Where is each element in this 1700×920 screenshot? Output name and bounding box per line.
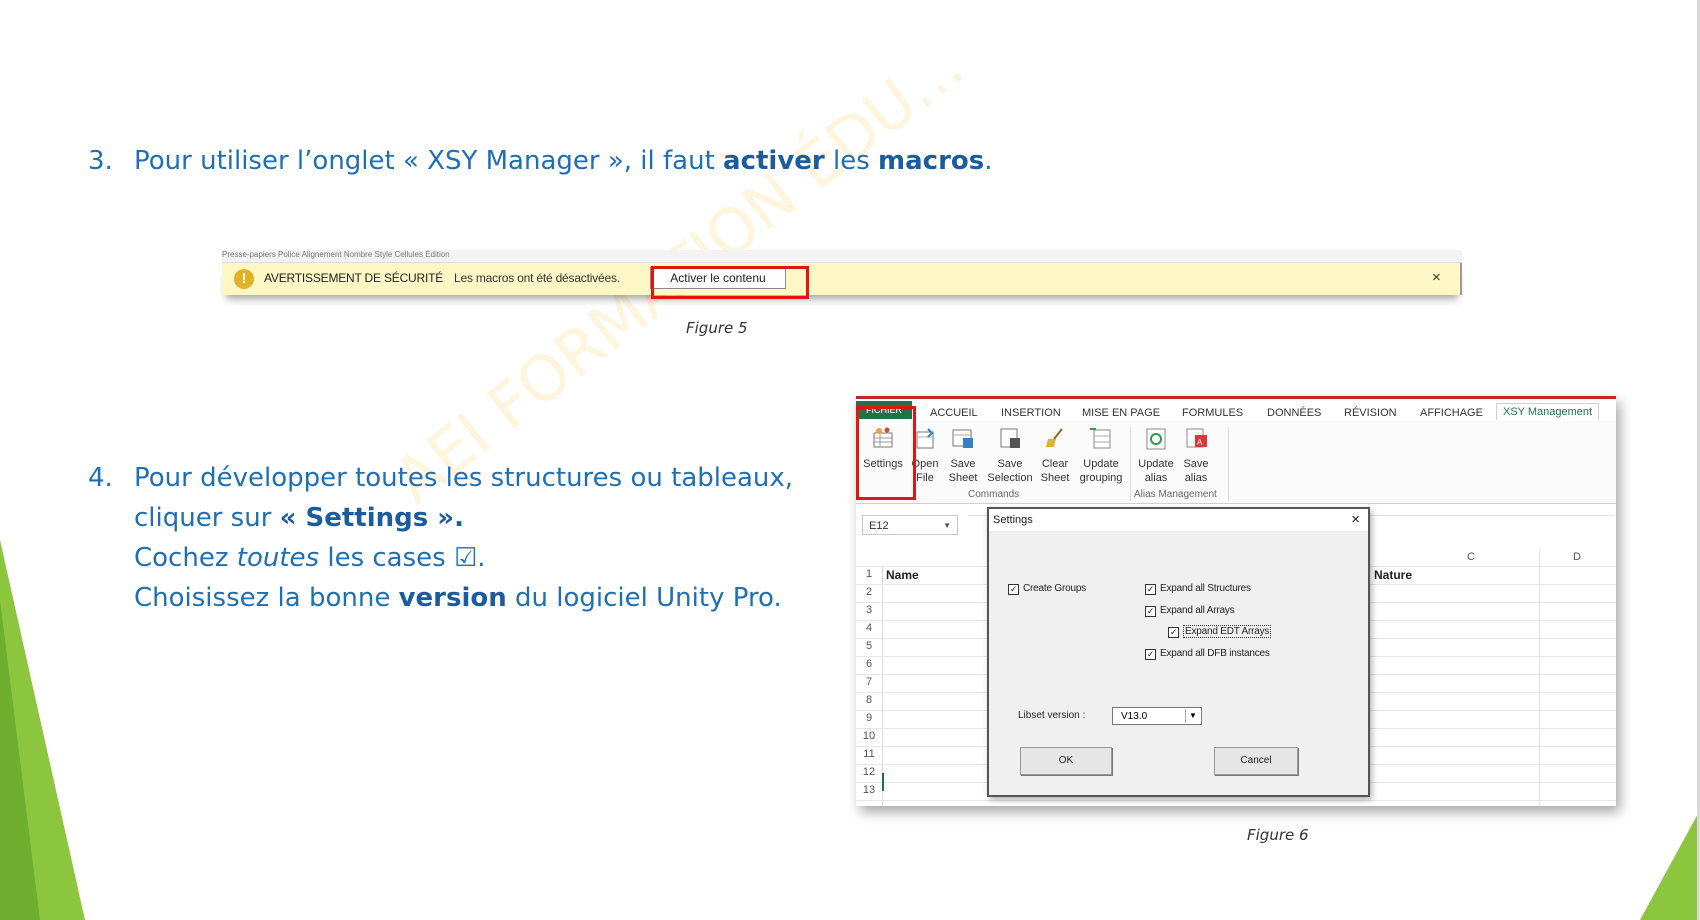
row-number: 5: [865, 640, 873, 652]
security-message: Les macros ont été désactivées.: [454, 271, 620, 285]
row-number: 2: [865, 586, 873, 598]
checkbox-checked-icon: ✓: [1008, 584, 1019, 595]
tab-donnees[interactable]: DONNÉES: [1267, 407, 1321, 419]
row-number: 3: [865, 604, 873, 616]
row-number: 13: [862, 784, 876, 796]
row-number: 7: [865, 676, 873, 688]
figure-5-security-bar: Presse-papiers Police Alignement Nombre …: [222, 250, 1492, 306]
ribbon-separator: [1228, 427, 1229, 501]
save-selection-icon: [1000, 428, 1020, 448]
update-alias-button[interactable]: Update alias: [1136, 425, 1176, 485]
chevron-down-icon: ▼: [1185, 709, 1200, 723]
settings-dialog: Settings × ✓ Create Groups ✓ Expand all Str…: [987, 507, 1370, 797]
row-number: 9: [865, 712, 873, 724]
checkbox-checked-icon: ✓: [1168, 627, 1179, 638]
expand-edt-checkbox[interactable]: ✓ Expand EDT Arrays: [1168, 625, 1272, 638]
group-label-alias: Alias Management: [1134, 489, 1217, 500]
step-line-4: Choisissez la bonne version du logiciel …: [134, 583, 782, 613]
ribbon-tab-bar: FICHIER ACCUEIL INSERTION MISE EN PAGE F…: [856, 399, 1616, 421]
save-sheet-icon: [952, 429, 973, 448]
step-text: Pour utiliser l’onglet « XSY Manager », …: [134, 146, 993, 176]
close-icon[interactable]: ×: [1432, 269, 1441, 286]
name-box[interactable]: E12 ▼: [862, 515, 958, 535]
tab-insertion[interactable]: INSERTION: [1001, 407, 1061, 419]
close-icon[interactable]: ×: [1351, 509, 1360, 531]
selected-cell-indicator: [882, 773, 884, 791]
ok-button[interactable]: OK: [1020, 747, 1112, 775]
tab-mise-en-page[interactable]: MISE EN PAGE: [1082, 407, 1160, 419]
step-line-1: Pour développer toutes les structures ou…: [134, 463, 794, 493]
settings-highlight-box: [856, 406, 916, 500]
warning-icon: !: [234, 269, 254, 289]
checkbox-checked-icon: ✓: [1145, 649, 1156, 660]
clear-sheet-button[interactable]: Clear Sheet: [1038, 425, 1072, 485]
figure-6-excel-screenshot: FICHIER ACCUEIL INSERTION MISE EN PAGE F…: [856, 396, 1616, 806]
cancel-button[interactable]: Cancel: [1214, 747, 1298, 775]
expand-structures-checkbox[interactable]: ✓ Expand all Structures: [1145, 583, 1251, 595]
row-number: 11: [863, 748, 875, 760]
chevron-down-icon: ▼: [943, 521, 951, 530]
figure-5-caption: Figure 5: [686, 319, 748, 337]
svg-text:A: A: [1197, 438, 1203, 447]
column-header-c[interactable]: C: [1456, 548, 1486, 566]
row-number: 12: [862, 766, 876, 778]
step-line-3: Cochez toutes les cases ☑.: [134, 543, 486, 573]
row-number: 1: [865, 568, 873, 580]
cell-name-header[interactable]: Name: [886, 568, 919, 582]
highlight-box: [651, 266, 809, 299]
tab-affichage[interactable]: AFFICHAGE: [1420, 407, 1483, 419]
figure-6-caption: Figure 6: [1247, 826, 1309, 844]
expand-dfb-checkbox[interactable]: ✓ Expand all DFB instances: [1145, 648, 1270, 660]
tab-xsy-management[interactable]: XSY Management: [1496, 403, 1600, 420]
step-number: 3.: [88, 146, 113, 176]
libset-version-select[interactable]: V13.0 ▼: [1112, 707, 1202, 725]
save-selection-button[interactable]: Save Selection: [986, 425, 1034, 485]
security-title: AVERTISSEMENT DE SÉCURITÉ: [264, 271, 444, 285]
checkbox-checked-icon: ✓: [1145, 584, 1156, 595]
step-4: 4. Pour développer toutes les structures…: [88, 458, 793, 628]
ribbon-separator: [1130, 427, 1131, 501]
tab-revision[interactable]: RÉVISION: [1344, 407, 1397, 419]
save-alias-icon: A: [1186, 428, 1207, 448]
step-number: 4.: [88, 463, 113, 493]
row-number: 8: [865, 694, 873, 706]
cell-nature-header[interactable]: Nature: [1374, 568, 1412, 582]
dialog-body: ✓ Create Groups ✓ Expand all Structures ✓ E…: [990, 531, 1367, 795]
expand-arrays-checkbox[interactable]: ✓ Expand all Arrays: [1145, 605, 1235, 617]
update-grouping-button[interactable]: Update grouping: [1076, 425, 1126, 485]
tab-accueil[interactable]: ACCUEIL: [930, 407, 978, 419]
create-groups-checkbox[interactable]: ✓ Create Groups: [1008, 583, 1086, 595]
row-number: 10: [862, 730, 876, 742]
broom-icon: [1046, 428, 1063, 447]
update-grouping-icon: [1090, 428, 1111, 449]
row-number: 4: [865, 622, 873, 634]
step-line-2: cliquer sur « Settings ».: [134, 503, 464, 533]
row-number: 6: [865, 658, 873, 670]
tab-formules[interactable]: FORMULES: [1182, 407, 1243, 419]
refresh-icon: [1146, 428, 1166, 450]
ribbon-group-strip: Presse-papiers Police Alignement Nombre …: [222, 250, 1462, 263]
dialog-title: Settings ×: [989, 509, 1368, 531]
column-header-d[interactable]: D: [1562, 548, 1592, 566]
ribbon: Settings Open File Save Sheet Save Selectio…: [856, 421, 1616, 504]
save-sheet-button[interactable]: Save Sheet: [946, 425, 980, 485]
group-label-commands: Commands: [968, 489, 1020, 500]
libset-label: Libset version :: [1018, 710, 1086, 721]
security-warning-bar: ! AVERTISSEMENT DE SÉCURITÉ Les macros o…: [222, 263, 1462, 295]
checkbox-checked-icon: ✓: [1145, 606, 1156, 617]
save-alias-button[interactable]: A Save alias: [1178, 425, 1214, 485]
